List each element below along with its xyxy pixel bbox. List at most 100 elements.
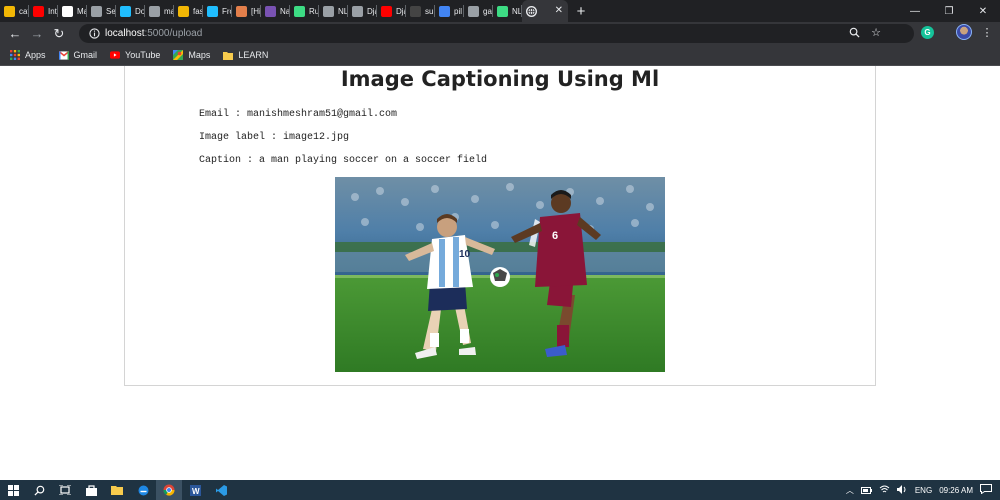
- menu-kebab-icon[interactable]: ⋮: [980, 25, 994, 39]
- battery-icon[interactable]: [860, 481, 872, 499]
- address-bar[interactable]: localhost:5000/upload: [79, 24, 914, 43]
- android-icon: [294, 5, 305, 17]
- restore-icon[interactable]: ❐: [932, 0, 966, 22]
- folder-icon: [223, 50, 234, 60]
- kaggle-icon: [207, 5, 218, 17]
- youtube-icon: [110, 50, 121, 60]
- bookmark-gmail[interactable]: Gmail: [58, 50, 97, 60]
- youtube-icon: [381, 5, 392, 17]
- bookmark-label: YouTube: [125, 50, 161, 60]
- tab-6[interactable]: ma: [145, 0, 174, 22]
- tab-8[interactable]: Fro: [203, 0, 232, 22]
- caption-line: Caption : a man playing soccer on a socc…: [199, 155, 488, 166]
- tab-16[interactable]: pil: [435, 0, 464, 22]
- tab-11[interactable]: Run: [290, 0, 319, 22]
- tab-9[interactable]: [Hir: [232, 0, 261, 22]
- tab-label: ma: [164, 6, 174, 16]
- profile-avatar[interactable]: [956, 24, 972, 40]
- info-icon[interactable]: [87, 28, 101, 39]
- bookmark-youtube[interactable]: YouTube: [110, 50, 160, 60]
- volume-icon[interactable]: [896, 481, 908, 499]
- youtube-icon: [33, 5, 44, 17]
- tab-13[interactable]: Dja: [348, 0, 377, 22]
- uploaded-image: 10 6: [335, 177, 665, 372]
- page-content: Image Captioning Using Ml Email : manish…: [0, 66, 1000, 480]
- url-path: :5000/upload: [144, 28, 203, 39]
- language-indicator[interactable]: ENG: [915, 486, 932, 495]
- back-icon[interactable]: ←: [4, 23, 26, 45]
- tab-label: Run: [309, 6, 319, 16]
- soccer-photo: 10 6: [335, 177, 665, 372]
- tab-10[interactable]: Nav: [261, 0, 290, 22]
- bookmark-label: LEARN: [238, 50, 269, 60]
- url-host: localhost: [105, 28, 145, 39]
- tab-15[interactable]: sun: [406, 0, 435, 22]
- chevron-up-icon[interactable]: ︿: [846, 485, 854, 496]
- bookmark-learn[interactable]: LEARN: [223, 50, 268, 60]
- tab-label: Intr: [48, 6, 58, 16]
- emoji-icon: [178, 5, 189, 17]
- tab-label: cat_: [19, 6, 29, 16]
- tab-label: gal: [483, 6, 493, 16]
- tab-12[interactable]: NLF: [319, 0, 348, 22]
- globe-icon: [526, 5, 537, 17]
- tab-2[interactable]: Intr: [29, 0, 58, 22]
- minimize-icon[interactable]: —: [898, 0, 932, 22]
- app-icon: [62, 5, 73, 17]
- image-label-line: Image label : image12.jpg: [199, 132, 350, 143]
- task-view-icon[interactable]: [52, 480, 78, 500]
- tab-4[interactable]: See: [87, 0, 116, 22]
- gmail-icon: [58, 50, 69, 60]
- clock[interactable]: 09:26 AM: [939, 486, 973, 495]
- image-icon: [149, 5, 160, 17]
- bookmark-apps[interactable]: Apps: [10, 50, 46, 60]
- notifications-icon[interactable]: [980, 481, 992, 499]
- search-icon[interactable]: [26, 480, 52, 500]
- word-icon[interactable]: W: [182, 480, 208, 500]
- tab-18[interactable]: NLF: [493, 0, 522, 22]
- close-window-icon[interactable]: ✕: [966, 0, 1000, 22]
- maps-icon: [173, 50, 184, 60]
- edge-icon[interactable]: [130, 480, 156, 500]
- windows-start-icon[interactable]: [0, 480, 26, 500]
- bootstrap-icon: [265, 5, 276, 17]
- close-tab-icon[interactable]: ✕: [555, 5, 563, 16]
- avatar-icon: [236, 5, 247, 17]
- tab-5[interactable]: Do: [116, 0, 145, 22]
- tab-17[interactable]: gal: [464, 0, 493, 22]
- emoji-icon: [4, 5, 15, 17]
- tab-14[interactable]: Dja: [377, 0, 406, 22]
- store-icon[interactable]: [78, 480, 104, 500]
- svg-text:W: W: [192, 487, 200, 496]
- tab-3[interactable]: Ma: [58, 0, 87, 22]
- globe-icon: [91, 5, 102, 17]
- system-tray: ︿ ENG 09:26 AM: [846, 480, 1000, 500]
- wifi-icon[interactable]: [879, 481, 890, 499]
- star-icon[interactable]: ☆: [869, 25, 883, 39]
- tab-active[interactable]: ✕: [522, 0, 568, 22]
- toolbar-actions: ☆ G ⋮: [847, 24, 994, 40]
- forward-icon[interactable]: →: [26, 23, 48, 45]
- bookmark-label: Maps: [188, 50, 211, 60]
- tab-7[interactable]: fash: [174, 0, 203, 22]
- tab-label: Ma: [77, 6, 87, 16]
- tab-label: pil: [454, 6, 463, 16]
- vscode-icon[interactable]: [208, 480, 234, 500]
- bookmark-label: Apps: [25, 50, 46, 60]
- file-explorer-icon[interactable]: [104, 480, 130, 500]
- bookmark-maps[interactable]: Maps: [173, 50, 210, 60]
- zoom-icon[interactable]: [847, 25, 861, 39]
- reload-icon[interactable]: ↻: [48, 23, 70, 45]
- windows-taskbar: W ︿ ENG 09:26 AM: [0, 480, 1000, 500]
- result-card: Image Captioning Using Ml Email : manish…: [124, 66, 876, 386]
- browser-toolbar: ← → ↻ localhost:5000/upload ☆ G ⋮: [0, 22, 1000, 45]
- bookmarks-bar: Apps Gmail YouTube Maps LEARN: [0, 45, 1000, 66]
- new-tab-button[interactable]: +: [570, 0, 592, 22]
- grammarly-icon[interactable]: G: [921, 25, 934, 39]
- tab-1[interactable]: cat_: [0, 0, 29, 22]
- github-icon: [410, 5, 421, 17]
- tab-label: [Hir: [251, 6, 261, 16]
- chrome-icon[interactable]: [156, 480, 182, 500]
- tab-strip: cat_ Intr Ma See Do ma fash Fro [Hir Nav Run NLF Dja…: [0, 0, 1000, 22]
- apps-grid-icon: [10, 50, 20, 60]
